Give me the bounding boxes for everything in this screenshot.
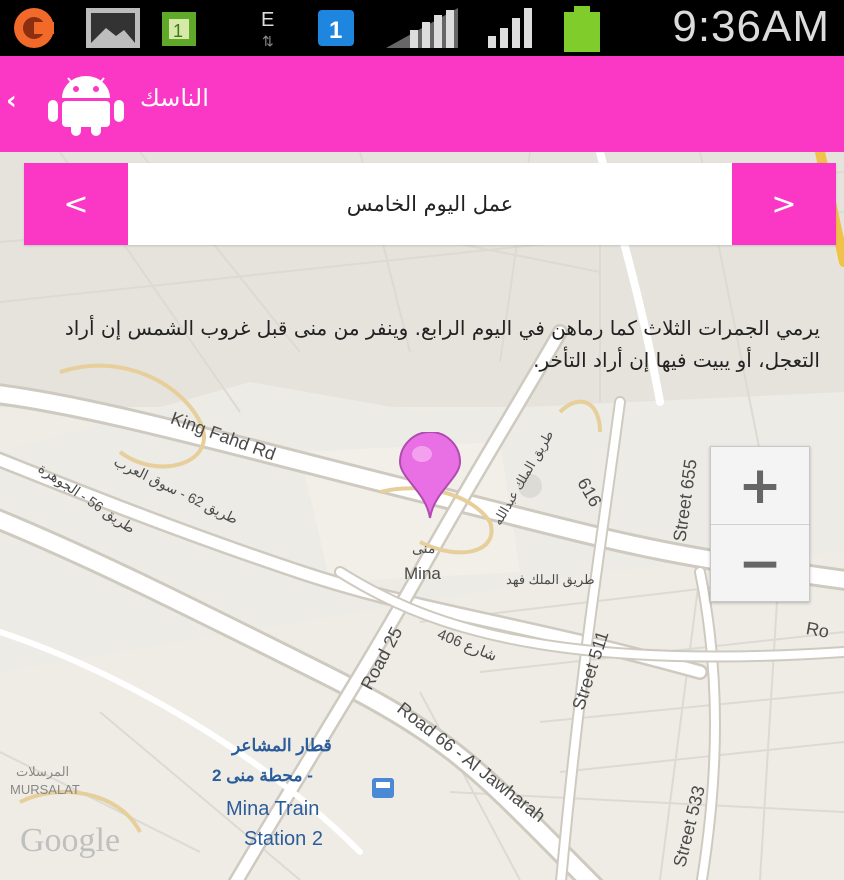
day-description: يرمي الجمرات الثلاث كما رماهن في اليوم ا… [64,316,820,372]
previous-day-button[interactable]: < [24,163,128,245]
svg-text:⇅: ⇅ [262,33,274,49]
svg-text:E: E [261,9,274,31]
cell-signal-icon [488,8,532,48]
chevron-right-icon: > [771,186,797,222]
day-title: عمل اليوم الخامس [346,192,514,216]
label-mina-ar: منى [412,540,436,556]
label-station-en-2: Station 2 [244,828,323,850]
chevron-left-icon: < [63,186,89,222]
zoom-controls: + − [710,446,810,602]
label-ro: Ro [804,618,831,642]
action-bar: ‹ الناسك [0,56,844,152]
label-road-right-ar: طريق الملك فهد [506,572,595,587]
app-title: الناسك [140,84,209,112]
label-mursalat-en: MURSALAT [10,782,80,797]
label-mursalat-ar: المرسلات [16,764,70,779]
next-day-button[interactable]: > [732,163,836,245]
signal-one-icon: 1 [318,10,354,46]
status-time: 9:36AM [672,2,830,51]
location-pin-icon[interactable] [398,432,462,520]
wifi-signal-icon [386,8,458,48]
label-station-en-1: Mina Train [226,798,320,820]
sim-card-icon: 1 [162,12,196,46]
android-icon [48,76,124,136]
edge-data-icon: E⇅ [261,9,274,49]
label-station-ar-1: قطار المشاعر [232,736,332,755]
zoom-in-button[interactable]: + [711,447,809,525]
label-station-ar-2: محطة منى 2 - [212,766,313,785]
day-navigator: < عمل اليوم الخامس > [24,163,836,245]
label-mina-en: Mina [404,564,441,583]
google-logo: Google [20,822,121,859]
back-chevron-icon: ‹ [6,86,17,116]
battery-icon [564,6,600,52]
svg-text:1: 1 [173,21,183,41]
zoom-out-button[interactable]: − [711,525,809,603]
app-notification-icon [14,8,54,48]
gallery-icon [86,8,140,48]
svg-text:1: 1 [329,17,342,44]
status-bar: 1 E ⇅ 1 9:36AM [0,0,844,56]
